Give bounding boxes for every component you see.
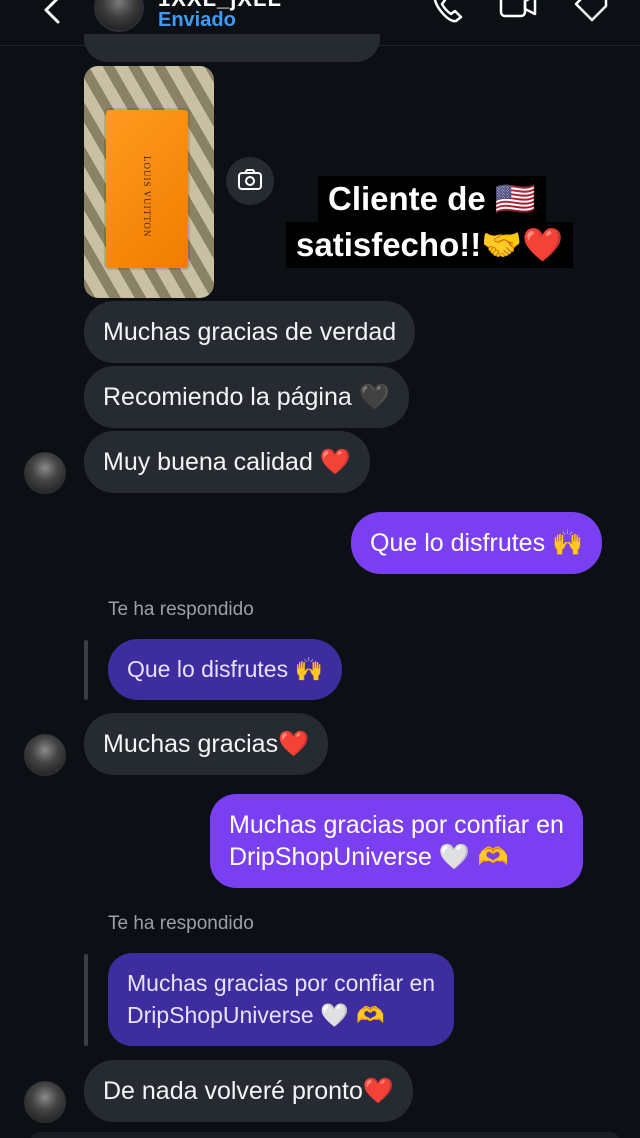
quoted-message[interactable]: Muchas gracias por confiar en DripShopUn… xyxy=(108,953,455,1046)
phone-icon[interactable] xyxy=(428,0,468,28)
message-status: Enviado xyxy=(158,9,236,31)
message-text-line-2: DripShopUniverse xyxy=(127,1002,314,1028)
reply-label: Te ha respondido xyxy=(108,599,254,620)
message-text: Muchas gracias de verdad xyxy=(103,318,397,346)
red-heart-emoji: ❤️ xyxy=(278,729,310,758)
message-text-line-1: Muchas gracias por confiar en xyxy=(127,970,436,996)
caption-line-1-text: Cliente de xyxy=(328,180,486,217)
video-camera-icon[interactable] xyxy=(498,0,538,28)
contact-avatar[interactable] xyxy=(94,0,144,32)
shared-photo[interactable]: LOUIS VUITTON xyxy=(84,66,214,298)
contact-avatar-small[interactable] xyxy=(24,452,66,494)
black-heart-emoji: 🖤 xyxy=(358,382,390,411)
message-text: Que lo disfrutes xyxy=(127,656,289,682)
received-message[interactable]: Muy buena calidad ❤️ xyxy=(84,431,370,493)
reply-indicator-bar xyxy=(84,640,88,700)
message-text-line-2: DripShopUniverse xyxy=(229,843,432,871)
us-flag-emoji: 🇺🇸 xyxy=(494,179,536,218)
message-text: Recomiendo la página xyxy=(103,383,352,411)
contact-avatar-small[interactable] xyxy=(24,734,66,776)
tag-icon[interactable] xyxy=(572,0,612,28)
contact-avatar-small[interactable] xyxy=(24,1081,66,1123)
message-text: Muy buena calidad xyxy=(103,448,313,476)
raised-hands-emoji: 🙌 xyxy=(552,528,584,557)
caption-line-2: satisfecho!!🤝❤️ xyxy=(286,222,574,268)
received-message[interactable]: De nada volveré pronto❤️ xyxy=(84,1060,414,1122)
camera-reply-button[interactable] xyxy=(226,157,274,205)
received-message[interactable]: Muchas gracias de verdad xyxy=(84,301,416,363)
red-heart-emoji: ❤️ xyxy=(319,447,351,476)
previous-message-bubble xyxy=(84,34,380,62)
received-message[interactable]: Recomiendo la página 🖤 xyxy=(84,366,409,428)
next-message-stub xyxy=(30,1132,620,1138)
handshake-heart-emoji: 🤝❤️ xyxy=(481,225,564,264)
quoted-message[interactable]: Que lo disfrutes 🙌 xyxy=(108,639,343,700)
caption-line-1: Cliente de 🇺🇸 xyxy=(318,176,546,222)
message-text: Muchas gracias xyxy=(103,730,279,758)
white-heart-heart-hands-emoji: 🤍 🫶 xyxy=(438,842,510,871)
camera-icon xyxy=(238,169,262,190)
message-text: De nada volveré pronto xyxy=(103,1077,363,1105)
raised-hands-emoji: 🙌 xyxy=(294,657,324,683)
caption-line-2-text: satisfecho!! xyxy=(296,226,482,263)
sent-message[interactable]: Muchas gracias por confiar en DripShopUn… xyxy=(210,794,583,888)
white-heart-heart-hands-emoji: 🤍 🫶 xyxy=(320,1003,385,1029)
sent-message[interactable]: Que lo disfrutes 🙌 xyxy=(351,512,603,574)
message-text-line-1: Muchas gracias por confiar en xyxy=(229,811,564,839)
reply-label: Te ha respondido xyxy=(108,913,254,934)
back-chevron-icon[interactable] xyxy=(36,0,72,30)
reply-indicator-bar xyxy=(84,954,88,1046)
red-heart-emoji: ❤️ xyxy=(362,1076,395,1105)
received-message[interactable]: Muchas gracias❤️ xyxy=(84,713,329,775)
message-text: Que lo disfrutes xyxy=(370,529,546,557)
box-brand-text: LOUIS VUITTON xyxy=(142,156,152,238)
